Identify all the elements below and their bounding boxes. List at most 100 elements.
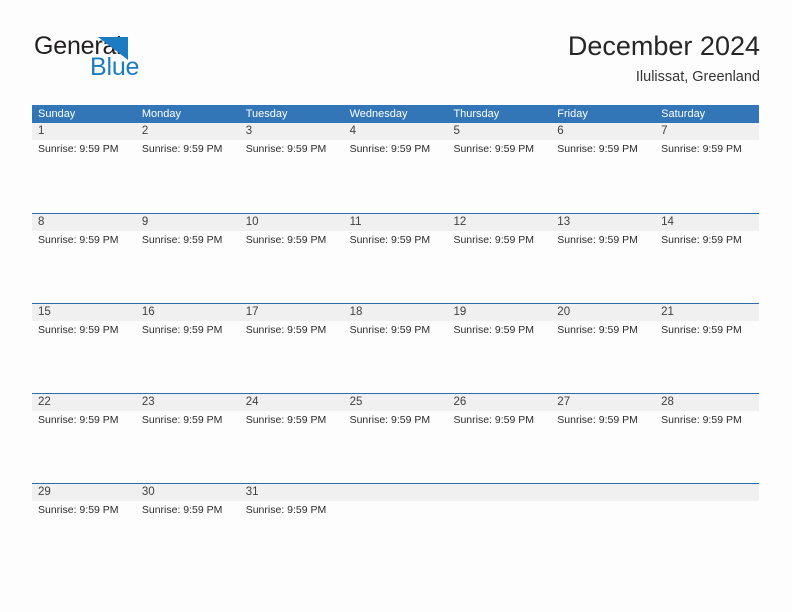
weekday-header-thursday: Thursday bbox=[453, 108, 500, 120]
weekday-header-monday: Monday bbox=[141, 108, 181, 120]
day-event: Sunrise: 9:59 PM bbox=[38, 414, 119, 426]
day-number-empty bbox=[655, 484, 759, 501]
day-number[interactable]: 23 bbox=[136, 394, 240, 411]
day-number[interactable]: 12 bbox=[447, 214, 551, 231]
day-number[interactable]: 20 bbox=[551, 304, 655, 321]
weekday-header-wednesday: Wednesday bbox=[349, 108, 408, 120]
day-number[interactable]: 31 bbox=[240, 484, 344, 501]
day-number[interactable]: 21 bbox=[655, 304, 759, 321]
day-number[interactable]: 14 bbox=[655, 214, 759, 231]
day-event: Sunrise: 9:59 PM bbox=[38, 324, 119, 336]
title-block: December 2024 Ilulissat, Greenland bbox=[568, 30, 760, 86]
day-event: Sunrise: 9:59 PM bbox=[38, 504, 119, 516]
day-event: Sunrise: 9:59 PM bbox=[453, 414, 534, 426]
day-event: Sunrise: 9:59 PM bbox=[349, 143, 431, 155]
day-event: Sunrise: 9:59 PM bbox=[38, 143, 119, 155]
day-number[interactable]: 1 bbox=[32, 123, 136, 140]
weekday-header-friday: Friday bbox=[557, 108, 588, 120]
week-date-band: 1 2 3 4 5 6 7 bbox=[32, 123, 759, 140]
day-number[interactable]: 6 bbox=[551, 123, 655, 140]
day-event: Sunrise: 9:59 PM bbox=[661, 234, 742, 246]
day-number[interactable]: 28 bbox=[655, 394, 759, 411]
day-number[interactable]: 26 bbox=[447, 394, 551, 411]
day-number[interactable]: 25 bbox=[344, 394, 448, 411]
day-event: Sunrise: 9:59 PM bbox=[245, 324, 327, 336]
calendar-week-row: 29 30 31 Sunrise: 9:59 PM Sunrise: 9:59 … bbox=[32, 483, 759, 573]
day-event-empty bbox=[551, 501, 655, 572]
page-header: General Blue December 2024 Ilulissat, Gr… bbox=[32, 30, 760, 100]
day-event: Sunrise: 9:59 PM bbox=[38, 234, 119, 246]
day-event: Sunrise: 9:59 PM bbox=[557, 143, 638, 155]
day-number[interactable]: 15 bbox=[32, 304, 136, 321]
day-event: Sunrise: 9:59 PM bbox=[453, 234, 534, 246]
day-event: Sunrise: 9:59 PM bbox=[245, 414, 327, 426]
day-number[interactable]: 9 bbox=[136, 214, 240, 231]
day-number-empty bbox=[344, 484, 448, 501]
day-event: Sunrise: 9:59 PM bbox=[141, 234, 223, 246]
day-event: Sunrise: 9:59 PM bbox=[557, 324, 638, 336]
week-date-band: 22 23 24 25 26 27 28 bbox=[32, 394, 759, 411]
day-number[interactable]: 29 bbox=[32, 484, 136, 501]
day-event: Sunrise: 9:59 PM bbox=[557, 234, 638, 246]
week-event-band: Sunrise: 9:59 PM Sunrise: 9:59 PM Sunris… bbox=[32, 140, 759, 211]
day-event: Sunrise: 9:59 PM bbox=[453, 324, 534, 336]
week-date-band: 8 9 10 11 12 13 14 bbox=[32, 214, 759, 231]
day-event-empty bbox=[447, 501, 551, 572]
day-number[interactable]: 17 bbox=[240, 304, 344, 321]
calendar-week-row: 1 2 3 4 5 6 7 Sunrise: 9:59 PM Sunrise: … bbox=[32, 123, 759, 213]
day-number[interactable]: 27 bbox=[551, 394, 655, 411]
day-event-empty bbox=[655, 501, 759, 572]
day-event: Sunrise: 9:59 PM bbox=[141, 324, 223, 336]
day-number[interactable]: 11 bbox=[344, 214, 448, 231]
weekday-header-row: Sunday Monday Tuesday Wednesday Thursday… bbox=[32, 105, 759, 123]
day-number[interactable]: 8 bbox=[32, 214, 136, 231]
day-number[interactable]: 13 bbox=[551, 214, 655, 231]
week-date-band: 15 16 17 18 19 20 21 bbox=[32, 304, 759, 321]
calendar-week-row: 15 16 17 18 19 20 21 Sunrise: 9:59 PM Su… bbox=[32, 303, 759, 393]
day-number[interactable]: 10 bbox=[240, 214, 344, 231]
day-number[interactable]: 2 bbox=[136, 123, 240, 140]
day-number[interactable]: 19 bbox=[447, 304, 551, 321]
page-title: December 2024 bbox=[567, 31, 760, 61]
week-event-band: Sunrise: 9:59 PM Sunrise: 9:59 PM Sunris… bbox=[32, 411, 759, 482]
page-subtitle: Ilulissat, Greenland bbox=[635, 69, 760, 85]
day-number[interactable]: 16 bbox=[136, 304, 240, 321]
day-number[interactable]: 18 bbox=[344, 304, 448, 321]
week-event-band: Sunrise: 9:59 PM Sunrise: 9:59 PM Sunris… bbox=[32, 231, 759, 302]
day-event: Sunrise: 9:59 PM bbox=[661, 324, 742, 336]
day-event: Sunrise: 9:59 PM bbox=[141, 504, 223, 516]
day-event: Sunrise: 9:59 PM bbox=[453, 143, 534, 155]
day-number[interactable]: 4 bbox=[344, 123, 448, 140]
week-date-band: 29 30 31 bbox=[32, 484, 759, 501]
day-number-empty bbox=[551, 484, 655, 501]
day-number[interactable]: 30 bbox=[136, 484, 240, 501]
calendar-grid: Sunday Monday Tuesday Wednesday Thursday… bbox=[32, 105, 759, 573]
day-event: Sunrise: 9:59 PM bbox=[557, 414, 638, 426]
day-event-empty bbox=[344, 501, 448, 572]
day-event: Sunrise: 9:59 PM bbox=[661, 143, 742, 155]
day-number-empty bbox=[447, 484, 551, 501]
day-event: Sunrise: 9:59 PM bbox=[141, 143, 223, 155]
day-event: Sunrise: 9:59 PM bbox=[349, 324, 431, 336]
day-event: Sunrise: 9:59 PM bbox=[661, 414, 742, 426]
logo-text-blue: Blue bbox=[90, 53, 140, 81]
week-event-band: Sunrise: 9:59 PM Sunrise: 9:59 PM Sunris… bbox=[32, 501, 759, 572]
calendar-week-row: 22 23 24 25 26 27 28 Sunrise: 9:59 PM Su… bbox=[32, 393, 759, 483]
day-number[interactable]: 7 bbox=[655, 123, 759, 140]
day-event: Sunrise: 9:59 PM bbox=[245, 143, 327, 155]
day-number[interactable]: 3 bbox=[240, 123, 344, 140]
weekday-header-sunday: Sunday bbox=[38, 108, 76, 120]
calendar-week-row: 8 9 10 11 12 13 14 Sunrise: 9:59 PM Sunr… bbox=[32, 213, 759, 303]
day-event: Sunrise: 9:59 PM bbox=[349, 234, 431, 246]
day-event: Sunrise: 9:59 PM bbox=[141, 414, 223, 426]
general-blue-logo[interactable]: General Blue bbox=[34, 34, 234, 92]
day-number[interactable]: 22 bbox=[32, 394, 136, 411]
day-event: Sunrise: 9:59 PM bbox=[349, 414, 431, 426]
day-event: Sunrise: 9:59 PM bbox=[245, 504, 327, 516]
day-number[interactable]: 5 bbox=[447, 123, 551, 140]
weekday-header-tuesday: Tuesday bbox=[245, 108, 288, 120]
day-event: Sunrise: 9:59 PM bbox=[245, 234, 327, 246]
day-number[interactable]: 24 bbox=[240, 394, 344, 411]
weekday-header-saturday: Saturday bbox=[661, 108, 706, 120]
calendar-page: General Blue December 2024 Ilulissat, Gr… bbox=[0, 0, 792, 612]
